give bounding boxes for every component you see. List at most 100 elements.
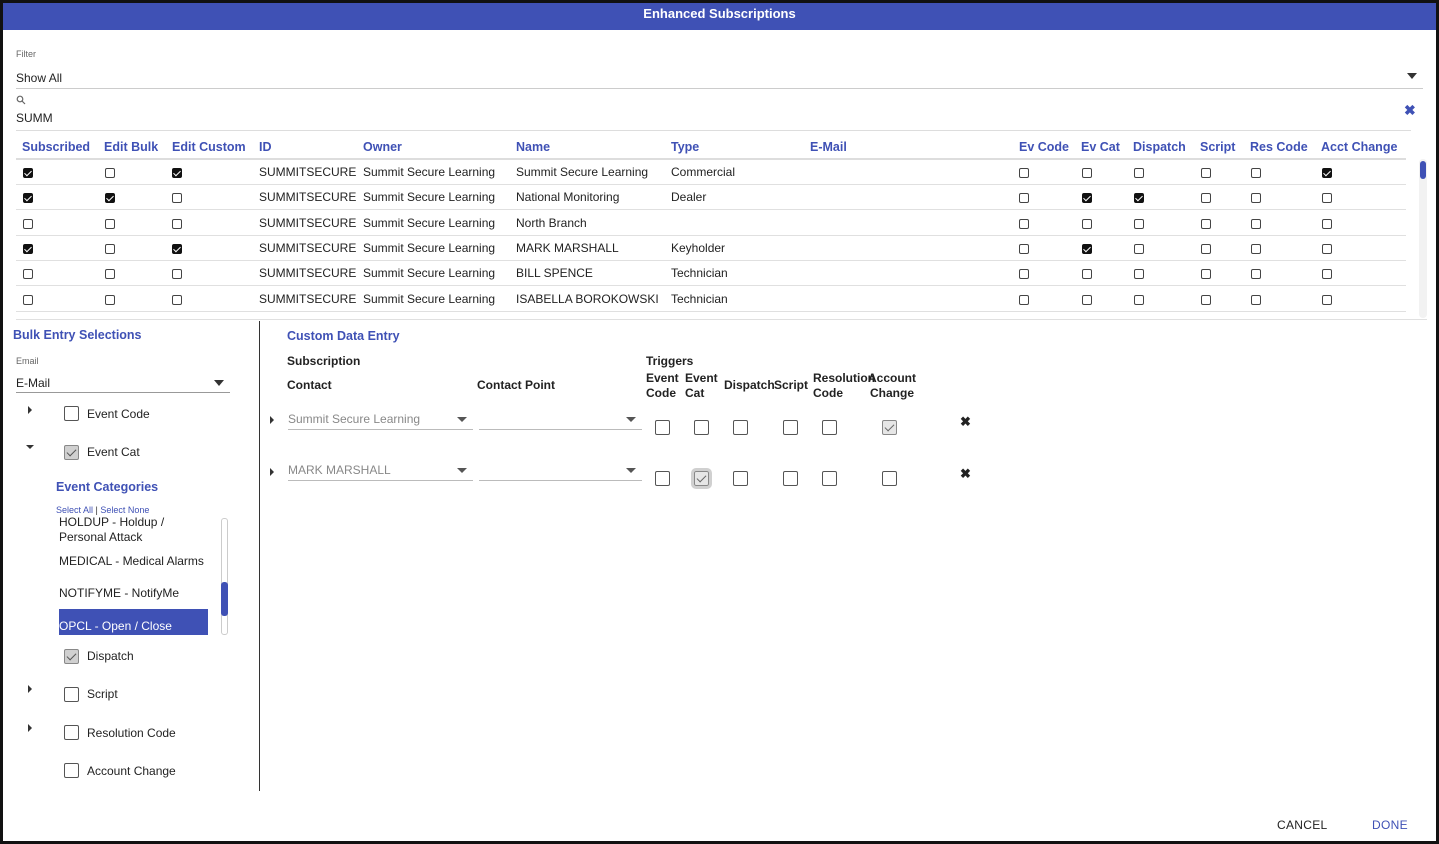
script-checkbox[interactable] xyxy=(1201,193,1211,204)
edit-bulk-checkbox[interactable] xyxy=(105,243,115,254)
edit-bulk-checkbox[interactable] xyxy=(105,193,115,204)
ev-cat-checkbox[interactable] xyxy=(1082,294,1092,305)
row2-resolution-code-checkbox[interactable] xyxy=(822,471,837,486)
acct-change-checkbox[interactable] xyxy=(1322,168,1332,178)
select-none-link[interactable]: Select None xyxy=(100,505,149,515)
acct-change-checkbox[interactable] xyxy=(1322,243,1332,254)
col-ev-cat[interactable]: Ev Cat xyxy=(1081,136,1120,160)
edit-bulk-checkbox[interactable] xyxy=(105,218,115,229)
subscribed-checkbox[interactable] xyxy=(23,218,33,229)
dispatch-checkbox[interactable] xyxy=(1134,193,1144,204)
ev-code-checkbox[interactable] xyxy=(1019,269,1029,280)
row1-event-cat-checkbox[interactable] xyxy=(694,420,709,435)
acct-change-checkbox[interactable] xyxy=(1322,193,1332,204)
bulk-resolution-code-checkbox[interactable] xyxy=(64,725,79,740)
edit-bulk-checkbox[interactable] xyxy=(105,294,115,305)
script-checkbox[interactable] xyxy=(1201,294,1211,305)
acct-change-checkbox[interactable] xyxy=(1322,218,1332,229)
dispatch-checkbox[interactable] xyxy=(1134,269,1144,280)
table-row[interactable]: SUMMITSECURE Summit Secure Learning Nation… xyxy=(16,185,1406,211)
row2-script-checkbox[interactable] xyxy=(783,471,798,486)
clear-search-icon[interactable]: ✖ xyxy=(1404,102,1416,119)
dispatch-checkbox[interactable] xyxy=(1134,218,1144,229)
row2-account-change-checkbox[interactable] xyxy=(882,471,897,486)
contact-select[interactable]: MARK MARSHALL xyxy=(288,463,473,481)
expand-row-icon[interactable] xyxy=(270,468,274,476)
grid-scrollbar[interactable] xyxy=(1419,159,1427,318)
edit-custom-checkbox[interactable] xyxy=(172,168,182,178)
table-row[interactable]: SUMMITSECURE Summit Secure Learning North … xyxy=(16,211,1406,236)
subscribed-checkbox[interactable] xyxy=(23,269,33,280)
row2-event-cat-checkbox[interactable] xyxy=(691,468,712,489)
table-row[interactable]: SUMMITSECURE Summit Secure Learning MARK M… xyxy=(16,236,1406,261)
table-row[interactable]: SUMMITSECURE Summit Secure Learning ISABEL… xyxy=(16,287,1406,312)
ev-cat-checkbox[interactable] xyxy=(1082,168,1092,178)
ev-code-checkbox[interactable] xyxy=(1019,193,1029,204)
acct-change-checkbox[interactable] xyxy=(1322,269,1332,280)
table-row[interactable]: SUMMITSECURE Summit Secure Learning Summit… xyxy=(16,160,1406,185)
edit-custom-checkbox[interactable] xyxy=(172,193,182,204)
script-checkbox[interactable] xyxy=(1201,243,1211,254)
row1-account-change-checkbox[interactable] xyxy=(882,420,897,435)
remove-row-icon[interactable]: ✖ xyxy=(960,414,971,430)
row1-script-checkbox[interactable] xyxy=(783,420,798,435)
row1-event-code-checkbox[interactable] xyxy=(655,420,670,435)
col-script[interactable]: Script xyxy=(1200,136,1235,160)
dispatch-checkbox[interactable] xyxy=(1134,243,1144,254)
contact-select[interactable]: Summit Secure Learning xyxy=(288,412,473,430)
ev-cat-checkbox[interactable] xyxy=(1082,243,1092,254)
row1-resolution-code-checkbox[interactable] xyxy=(822,420,837,435)
col-edit-custom[interactable]: Edit Custom xyxy=(172,136,246,160)
res-code-checkbox[interactable] xyxy=(1251,243,1261,254)
grid-scrollbar-thumb[interactable] xyxy=(1420,161,1426,179)
expand-script-icon[interactable] xyxy=(28,685,32,693)
res-code-checkbox[interactable] xyxy=(1251,168,1261,178)
ev-code-checkbox[interactable] xyxy=(1019,168,1029,178)
table-row[interactable]: SUMMITSECURE Summit Secure Learning BILL S… xyxy=(16,261,1406,287)
col-edit-bulk[interactable]: Edit Bulk xyxy=(104,136,158,160)
search-input[interactable]: SUMM xyxy=(16,111,1411,131)
done-button[interactable]: DONE xyxy=(1372,818,1408,832)
ev-cat-checkbox[interactable] xyxy=(1082,193,1092,204)
subscribed-checkbox[interactable] xyxy=(23,294,33,305)
ev-code-checkbox[interactable] xyxy=(1019,243,1029,254)
bulk-event-code-checkbox[interactable] xyxy=(64,406,79,421)
edit-custom-checkbox[interactable] xyxy=(172,243,182,254)
contact-point-select[interactable] xyxy=(479,412,642,430)
category-item[interactable]: NOTIFYME - NotifyMe xyxy=(59,586,208,601)
col-subscribed[interactable]: Subscribed xyxy=(22,136,90,160)
col-ev-code[interactable]: Ev Code xyxy=(1019,136,1069,160)
collapse-event-cat-icon[interactable] xyxy=(26,445,34,449)
dispatch-checkbox[interactable] xyxy=(1134,168,1144,178)
col-acct-change[interactable]: Acct Change xyxy=(1321,136,1397,160)
res-code-checkbox[interactable] xyxy=(1251,218,1261,229)
script-checkbox[interactable] xyxy=(1201,269,1211,280)
bulk-event-cat-checkbox[interactable] xyxy=(64,445,79,460)
bulk-dispatch-checkbox[interactable] xyxy=(64,649,79,664)
select-all-link[interactable]: Select All xyxy=(56,505,93,515)
bulk-account-change-checkbox[interactable] xyxy=(64,763,79,778)
category-item-selected[interactable]: OPCL - Open / Close xyxy=(59,609,208,635)
col-owner[interactable]: Owner xyxy=(363,136,402,160)
ev-cat-checkbox[interactable] xyxy=(1082,269,1092,280)
col-id[interactable]: ID xyxy=(259,136,272,160)
col-res-code[interactable]: Res Code xyxy=(1250,136,1308,160)
edit-custom-checkbox[interactable] xyxy=(172,218,182,229)
script-checkbox[interactable] xyxy=(1201,218,1211,229)
res-code-checkbox[interactable] xyxy=(1251,193,1261,204)
ev-code-checkbox[interactable] xyxy=(1019,218,1029,229)
ev-code-checkbox[interactable] xyxy=(1019,294,1029,305)
ev-cat-checkbox[interactable] xyxy=(1082,218,1092,229)
subscribed-checkbox[interactable] xyxy=(23,168,33,178)
dispatch-checkbox[interactable] xyxy=(1134,294,1144,305)
row2-dispatch-checkbox[interactable] xyxy=(733,471,748,486)
edit-bulk-checkbox[interactable] xyxy=(105,269,115,280)
edit-custom-checkbox[interactable] xyxy=(172,269,182,280)
expand-row-icon[interactable] xyxy=(270,416,274,424)
row1-dispatch-checkbox[interactable] xyxy=(733,420,748,435)
subscribed-checkbox[interactable] xyxy=(23,193,33,204)
script-checkbox[interactable] xyxy=(1201,168,1211,178)
edit-custom-checkbox[interactable] xyxy=(172,294,182,305)
col-type[interactable]: Type xyxy=(671,136,699,160)
acct-change-checkbox[interactable] xyxy=(1322,294,1332,305)
